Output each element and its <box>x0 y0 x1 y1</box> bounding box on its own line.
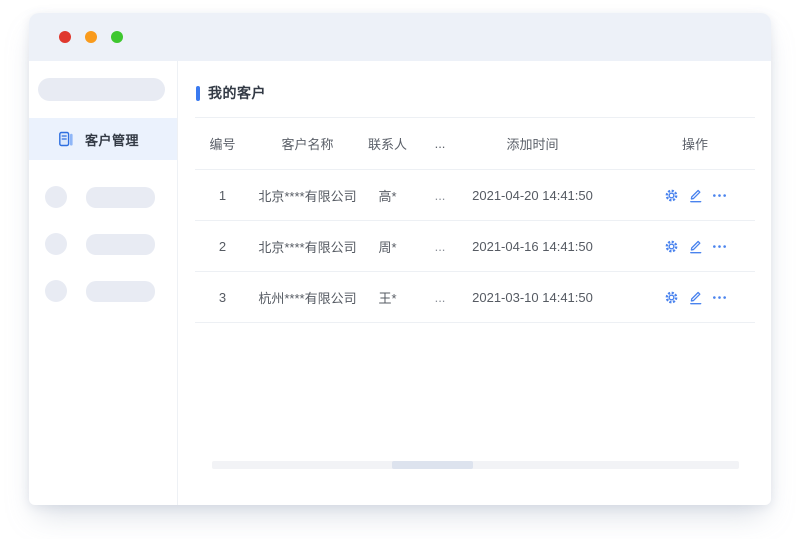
ledger-book-icon <box>58 131 74 147</box>
settings-icon[interactable] <box>663 187 679 203</box>
cell-id: 2 <box>195 239 250 254</box>
cell-actions <box>615 289 775 305</box>
cell-actions <box>615 238 775 254</box>
placeholder-circle <box>45 233 67 255</box>
sidebar-placeholder-item <box>45 186 177 208</box>
sidebar-placeholder-item <box>45 233 177 255</box>
main-panel: 我的客户 编号客户名称联系人...添加时间操作 1北京****有限公司高*...… <box>178 61 771 505</box>
column-header-more: ... <box>410 136 470 151</box>
cell-name: 北京****有限公司 <box>250 186 365 205</box>
column-header-actions: 操作 <box>615 134 775 153</box>
placeholder-pill <box>86 187 155 208</box>
placeholder-circle <box>45 186 67 208</box>
close-button[interactable] <box>59 31 71 43</box>
horizontal-scrollbar[interactable] <box>212 461 739 469</box>
cell-name: 杭州****有限公司 <box>250 288 365 307</box>
cell-contact: 王* <box>365 288 410 307</box>
edit-icon[interactable] <box>687 187 703 203</box>
column-header-id: 编号 <box>195 134 250 153</box>
cell-time: 2021-04-20 14:41:50 <box>470 188 595 203</box>
table-row: 1北京****有限公司高*...2021-04-20 14:41:50 <box>195 170 755 221</box>
placeholder-pill <box>86 234 155 255</box>
more-icon[interactable] <box>711 187 727 203</box>
cell-time: 2021-04-16 14:41:50 <box>470 239 595 254</box>
cell-actions <box>615 187 775 203</box>
more-icon[interactable] <box>711 238 727 254</box>
settings-icon[interactable] <box>663 238 679 254</box>
sidebar-item-label: 客户管理 <box>85 130 139 149</box>
scrollbar-thumb[interactable] <box>392 461 473 469</box>
table-row: 3杭州****有限公司王*...2021-03-10 14:41:50 <box>195 272 755 323</box>
sidebar-placeholder-item <box>45 280 177 302</box>
edit-icon[interactable] <box>687 238 703 254</box>
cell-time: 2021-03-10 14:41:50 <box>470 290 595 305</box>
window-content: 客户管理 我的客户 编号客户名称联系人...添加时间操作 1北京****有限公司… <box>29 61 771 505</box>
minimize-button[interactable] <box>85 31 97 43</box>
cell-more: ... <box>410 239 470 254</box>
column-header-time: 添加时间 <box>470 134 595 153</box>
cell-contact: 高* <box>365 186 410 205</box>
placeholder-circle <box>45 280 67 302</box>
column-header-name: 客户名称 <box>250 134 365 153</box>
page-title: 我的客户 <box>196 83 771 103</box>
table-header-row: 编号客户名称联系人...添加时间操作 <box>195 117 755 170</box>
table-body: 1北京****有限公司高*...2021-04-20 14:41:502北京**… <box>195 170 755 323</box>
table-row: 2北京****有限公司周*...2021-04-16 14:41:50 <box>195 221 755 272</box>
window-titlebar <box>29 13 771 61</box>
cell-more: ... <box>410 290 470 305</box>
app-window: 客户管理 我的客户 编号客户名称联系人...添加时间操作 1北京****有限公司… <box>29 13 771 505</box>
column-header-contact: 联系人 <box>365 134 410 153</box>
settings-icon[interactable] <box>663 289 679 305</box>
page-title-text: 我的客户 <box>208 83 266 103</box>
title-accent-bar <box>196 86 200 101</box>
sidebar-placeholder-list <box>29 186 177 302</box>
placeholder-pill <box>86 281 155 302</box>
cell-contact: 周* <box>365 237 410 256</box>
customer-table: 编号客户名称联系人...添加时间操作 1北京****有限公司高*...2021-… <box>195 117 755 323</box>
maximize-button[interactable] <box>111 31 123 43</box>
edit-icon[interactable] <box>687 289 703 305</box>
cell-id: 1 <box>195 188 250 203</box>
logo-placeholder <box>38 78 165 101</box>
more-icon[interactable] <box>711 289 727 305</box>
cell-id: 3 <box>195 290 250 305</box>
cell-name: 北京****有限公司 <box>250 237 365 256</box>
cell-more: ... <box>410 188 470 203</box>
sidebar-item-customer-management[interactable]: 客户管理 <box>29 118 177 160</box>
sidebar: 客户管理 <box>29 61 178 505</box>
